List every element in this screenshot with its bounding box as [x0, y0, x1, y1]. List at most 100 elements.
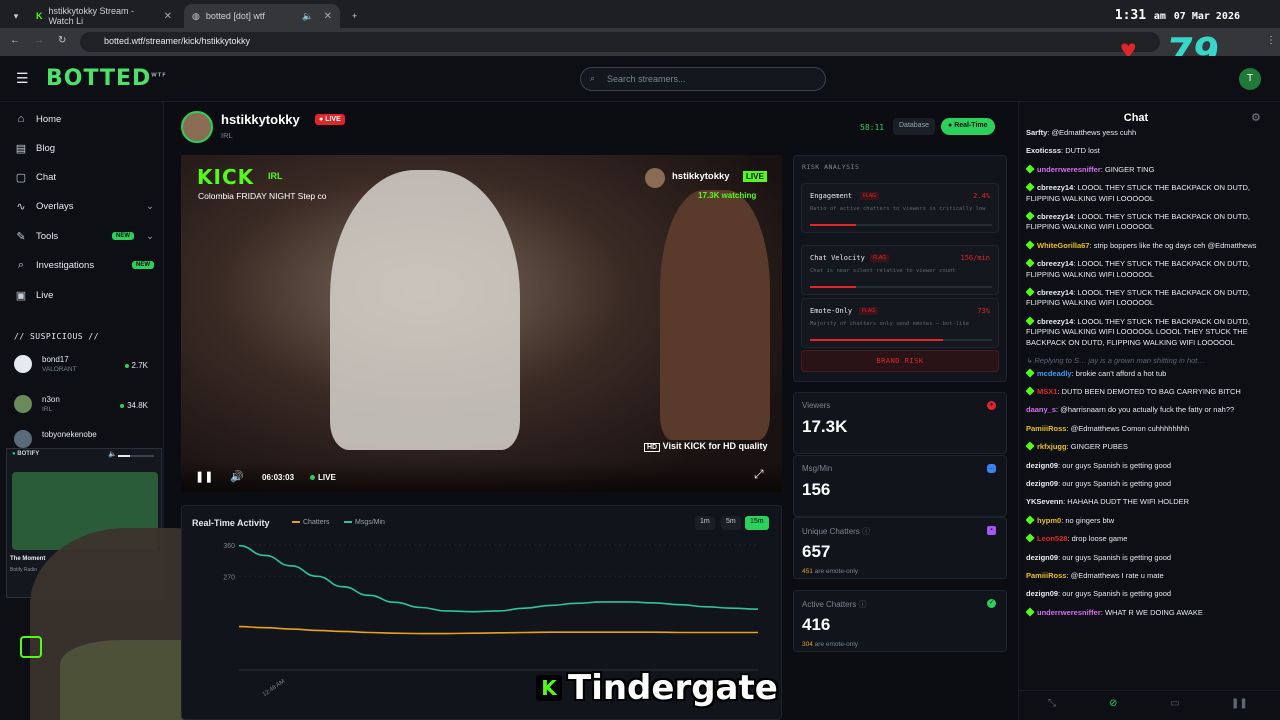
realtime-button[interactable]: ● Real-Time	[941, 118, 995, 135]
info-icon[interactable]: ⓘ	[858, 600, 866, 609]
risk-label: Chat Velocity	[810, 254, 865, 262]
forward-icon[interactable]: →	[34, 35, 44, 46]
chat-username[interactable]: YKSevenn	[1026, 497, 1063, 506]
range-5m[interactable]: 5m	[721, 516, 741, 530]
pause-chat-icon[interactable]: ❚❚	[1231, 698, 1248, 709]
range-15m[interactable]: 15m	[745, 516, 769, 530]
chat-username[interactable]: dezign09	[1026, 479, 1058, 488]
user-avatar[interactable]: T	[1239, 68, 1261, 90]
chat-username[interactable]: cbreezy14	[1037, 259, 1073, 268]
pause-icon[interactable]: ❚❚	[195, 470, 213, 483]
badge-icon	[1026, 367, 1035, 378]
collapse-icon[interactable]: ⤡	[1048, 698, 1056, 709]
suspicious-item[interactable]: tobyonekenobe	[14, 428, 154, 448]
sidebar-item-live[interactable]: ▣ Live	[14, 284, 154, 306]
new-tab-button[interactable]: +	[344, 4, 365, 28]
browser-tab-botted[interactable]: ◍ botted [dot] wtf 🔈 ✕	[184, 4, 340, 28]
chat-username[interactable]: Sarfty	[1026, 128, 1047, 137]
watching-count: 17.3K watching	[698, 191, 757, 200]
chat-username[interactable]: Exoticsss	[1026, 146, 1061, 155]
chat-username[interactable]: underrweresniffer	[1037, 165, 1101, 174]
close-icon[interactable]: ✕	[164, 11, 172, 22]
chat-username[interactable]: cbreezy14	[1037, 288, 1073, 297]
hamburger-menu-icon[interactable]: ☰	[16, 70, 29, 87]
chat-message: PamiiiRoss: @Edmatthews I rate u mate	[1026, 570, 1164, 580]
song-artist: Botify Radio	[10, 567, 37, 573]
range-1m[interactable]: 1m	[695, 516, 715, 530]
risk-bar	[810, 224, 992, 226]
volume-icon[interactable]: 🔈	[108, 450, 117, 458]
url-input[interactable]: botted.wtf/streamer/kick/hstikkytokky	[80, 32, 1160, 52]
home-icon: ⌂	[17, 113, 25, 125]
stat-msg-min: Msg/Min … 156	[793, 455, 1007, 517]
chat-username[interactable]: PamiiiRoss	[1026, 571, 1066, 580]
reload-icon[interactable]: ↻	[58, 35, 66, 46]
risk-bar	[810, 286, 992, 288]
risk-value: 73%	[977, 307, 990, 315]
chat-username[interactable]: mcdeadly	[1037, 369, 1072, 378]
risk-description: Ratio of active chatters to viewers is c…	[810, 206, 986, 212]
close-icon[interactable]: ✕	[324, 11, 332, 22]
clock-date: 07 Mar 2026	[1173, 11, 1240, 22]
chat-username[interactable]: dezign09	[1026, 553, 1058, 562]
fullscreen-icon[interactable]: ⤢	[754, 467, 764, 482]
sidebar-item-tools[interactable]: ✎ Tools NEW ⌄	[14, 225, 154, 247]
chat-text: strip boppers like the og days ceh @Edma…	[1093, 240, 1257, 250]
tab-search-icon[interactable]: ▾	[8, 4, 24, 28]
chat-message: cbreezy14: LOOOL THEY STUCK THE BACKPACK…	[1026, 211, 1250, 232]
chat-username[interactable]: dezign09	[1026, 461, 1058, 470]
chat-username[interactable]: rkfxjugg	[1037, 442, 1067, 451]
volume-slider[interactable]	[118, 455, 154, 457]
chat-username[interactable]: cbreezy14	[1037, 183, 1073, 192]
database-button[interactable]: Database	[893, 118, 935, 135]
popout-icon[interactable]: ▭	[1170, 698, 1179, 709]
chat-username[interactable]: dezign09	[1026, 589, 1058, 598]
chat-text: GINGER TING	[1104, 164, 1155, 174]
badge-icon	[1026, 533, 1035, 543]
badge-icon	[1026, 211, 1035, 221]
chat-message: cbreezy14: LOOOL THEY STUCK THE BACKPACK…	[1026, 287, 1250, 308]
browser-menu-icon[interactable]: ⋮	[1266, 35, 1276, 46]
stat-value: 416	[802, 615, 831, 634]
app-logo[interactable]: BOTTEDWTF	[46, 66, 167, 91]
series-line-msgs-min	[238, 544, 759, 613]
chat-message: Exoticsss: DUTD lost	[1026, 146, 1100, 156]
sidebar-item-home[interactable]: ⌂ Home	[14, 108, 154, 130]
gear-icon[interactable]: ⚙	[1251, 111, 1261, 124]
back-icon[interactable]: ←	[10, 35, 20, 46]
chat-username[interactable]: underrweresniffer	[1037, 608, 1101, 617]
search-streamers-input[interactable]: ⌕ Search streamers...	[580, 67, 826, 91]
brand-risk-button[interactable]: BRAND RISK	[801, 350, 999, 372]
suspicious-item[interactable]: bond17 VALORANT 2.7K	[14, 353, 154, 381]
info-icon[interactable]: ⓘ	[862, 527, 870, 536]
chat-username[interactable]: cbreezy14	[1037, 212, 1073, 221]
chat-message: cbreezy14: LOOOL THEY STUCK THE BACKPACK…	[1026, 182, 1250, 203]
suspicious-game: IRL	[42, 406, 53, 413]
chat-username[interactable]: daany_s	[1026, 405, 1056, 414]
chat-username[interactable]: cbreezy14	[1037, 317, 1073, 326]
volume-icon[interactable]: 🔊	[230, 470, 244, 483]
sidebar-item-chat[interactable]: ▢ Chat	[14, 166, 154, 188]
chat-username[interactable]: WhiteGorilla67	[1037, 241, 1090, 250]
sidebar-item-label: Tools	[36, 230, 59, 242]
filter-icon[interactable]: ⊘	[1109, 698, 1117, 709]
chat-username[interactable]: Leon528	[1037, 534, 1067, 543]
browser-tab-kick[interactable]: K hstikkytokky Stream - Watch Li ✕	[28, 4, 180, 28]
sidebar-item-investigations[interactable]: ⌕ Investigations NEW	[14, 254, 154, 276]
suspicious-item[interactable]: n3on IRL 34.8K	[14, 393, 154, 421]
webcam-badge-icon	[20, 636, 42, 658]
flag-badge: FLAG	[859, 307, 879, 315]
hd-prompt[interactable]: HD Visit KICK for HD quality	[644, 441, 768, 452]
sidebar-item-overlays[interactable]: ∿ Overlays ⌄	[14, 195, 154, 217]
chat-message: underrweresniffer: WHAT R WE DOING AWAKE	[1026, 607, 1258, 618]
caption-overlay: K Tindergate	[536, 668, 778, 708]
risk-chat-velocity: Chat Velocity FLAG 156/min Chat is near …	[801, 245, 999, 295]
sidebar-item-blog[interactable]: ▤ Blog	[14, 137, 154, 159]
stat-value: 156	[802, 480, 831, 499]
speaker-icon[interactable]: 🔈	[302, 11, 313, 22]
chat-username[interactable]: PamiiiRoss	[1026, 424, 1066, 433]
chat-username[interactable]: MSX1	[1037, 387, 1057, 396]
chat-text: WHAT R WE DOING AWAKE	[1104, 607, 1203, 617]
chat-username[interactable]: hypm0	[1037, 516, 1061, 525]
streamer-category: IRL	[221, 131, 233, 140]
